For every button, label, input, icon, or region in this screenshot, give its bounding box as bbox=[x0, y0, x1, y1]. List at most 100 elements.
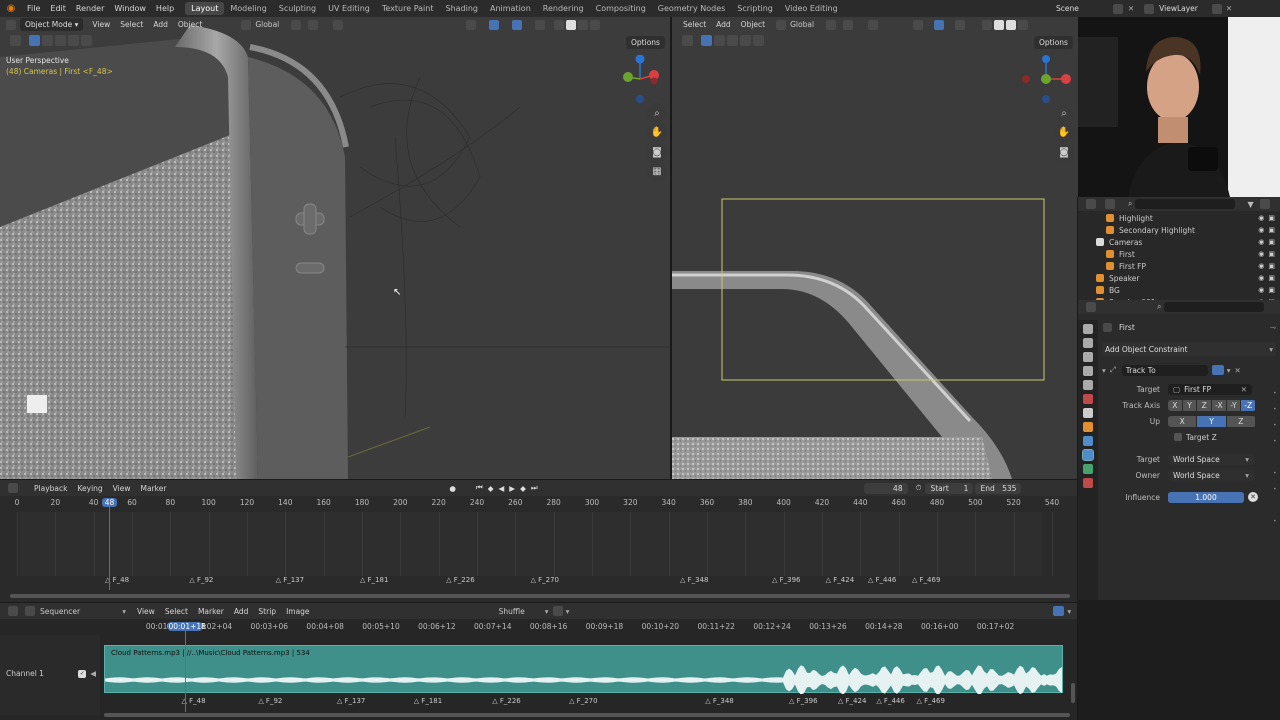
gizmo-toggle-icon[interactable] bbox=[489, 19, 500, 30]
workspace-tab-layout[interactable]: Layout bbox=[185, 2, 225, 15]
track-axis-option-neg-x[interactable]: -X bbox=[1212, 399, 1226, 411]
eye-icon[interactable]: ◉ bbox=[1258, 226, 1264, 234]
view-layer-tab-icon[interactable] bbox=[1083, 366, 1093, 376]
marker-f-137[interactable]: △ F_137 bbox=[276, 576, 305, 584]
select-mode-invert-icon[interactable] bbox=[740, 35, 751, 46]
marker-f-348[interactable]: △ F_348 bbox=[680, 576, 709, 584]
workspace-tab-animation[interactable]: Animation bbox=[484, 2, 537, 15]
render-tab-icon[interactable] bbox=[1083, 338, 1093, 348]
track-axis-option-y[interactable]: Y bbox=[1182, 399, 1197, 411]
region-divider[interactable] bbox=[1077, 197, 1078, 720]
workspace-tab-modeling[interactable]: Modeling bbox=[224, 2, 272, 15]
shading-material-icon[interactable] bbox=[1006, 19, 1017, 30]
snap-icon[interactable] bbox=[552, 606, 563, 616]
sequencer-type-select[interactable]: Sequencer ▾ bbox=[40, 607, 126, 616]
sequencer-view-type-icon[interactable] bbox=[25, 606, 35, 616]
scene-close-icon[interactable]: ✕ bbox=[1128, 4, 1134, 13]
target-field[interactable]: ▢ First FP ✕ bbox=[1168, 383, 1252, 395]
zoom-icon[interactable]: ⌕ bbox=[647, 103, 667, 123]
marker-f-396[interactable]: △ F_396 bbox=[772, 576, 801, 584]
scene-name[interactable]: Scene bbox=[1056, 4, 1079, 13]
view-layer-copy-icon[interactable] bbox=[1211, 3, 1222, 14]
play-icon[interactable]: ▶ bbox=[509, 484, 515, 493]
render-camera-icon[interactable]: ▣ bbox=[1268, 238, 1275, 246]
workspace-tab-compositing[interactable]: Compositing bbox=[590, 2, 652, 15]
eye-icon[interactable]: ◉ bbox=[1258, 238, 1264, 246]
marker-f-469[interactable]: △ F_469 bbox=[916, 697, 945, 705]
eye-icon[interactable]: ◉ bbox=[1258, 250, 1264, 258]
track-axis-option-neg-z[interactable]: -Z bbox=[1241, 399, 1256, 411]
tool-select-icon[interactable] bbox=[682, 35, 693, 46]
record-icon[interactable]: ● bbox=[449, 484, 456, 493]
overlay-toggle-icon[interactable] bbox=[955, 19, 966, 30]
viewport-menu-select[interactable]: Select bbox=[678, 20, 711, 29]
transform-orientation-icon[interactable] bbox=[241, 19, 252, 30]
pivot-icon[interactable] bbox=[291, 19, 302, 30]
select-mode-intersect-icon[interactable] bbox=[81, 35, 92, 46]
scene-tab-icon[interactable] bbox=[1083, 380, 1093, 390]
visibility-icon[interactable] bbox=[466, 19, 477, 30]
marker-f-424[interactable]: △ F_424 bbox=[838, 697, 867, 705]
shading-rendered-icon[interactable] bbox=[590, 19, 601, 30]
eye-icon[interactable]: ◉ bbox=[1258, 274, 1264, 282]
properties-search-icon[interactable]: ⌕ bbox=[1157, 302, 1161, 312]
eye-icon[interactable]: ◉ bbox=[1258, 286, 1264, 294]
overlap-mode-select[interactable]: Shuffle ▾ bbox=[499, 607, 549, 616]
modifier-tab-icon[interactable] bbox=[1083, 436, 1093, 446]
pan-hand-icon[interactable]: ✋ bbox=[1054, 122, 1074, 142]
workspace-tab-texture-paint[interactable]: Texture Paint bbox=[376, 2, 440, 15]
pan-hand-icon[interactable]: ✋ bbox=[647, 122, 667, 142]
select-mode-extend-icon[interactable] bbox=[714, 35, 725, 46]
menu-edit[interactable]: Edit bbox=[45, 4, 71, 13]
close-icon[interactable]: ✕ bbox=[1235, 366, 1241, 375]
region-divider[interactable] bbox=[0, 602, 1078, 603]
workspace-tab-rendering[interactable]: Rendering bbox=[537, 2, 590, 15]
tool-tab-icon[interactable] bbox=[1083, 324, 1093, 334]
up-axis-option-x[interactable]: X bbox=[1168, 415, 1197, 427]
viewport-menu-object[interactable]: Object bbox=[736, 20, 770, 29]
up-axis-option-y[interactable]: Y bbox=[1197, 415, 1226, 427]
chevron-down-icon[interactable]: ▾ bbox=[1102, 366, 1106, 375]
zoom-icon[interactable]: ⌕ bbox=[1054, 103, 1074, 123]
marker-f-348[interactable]: △ F_348 bbox=[705, 697, 734, 705]
eye-icon[interactable]: ◉ bbox=[1258, 214, 1264, 222]
menu-render[interactable]: Render bbox=[71, 4, 109, 13]
marker-f-270[interactable]: △ F_270 bbox=[531, 576, 560, 584]
outliner-display-icon[interactable] bbox=[1105, 199, 1115, 209]
viewport-menu-add[interactable]: Add bbox=[711, 20, 736, 29]
jump-start-icon[interactable]: ⏮ bbox=[476, 483, 483, 493]
render-camera-icon[interactable]: ▣ bbox=[1268, 250, 1275, 258]
snap-icon[interactable] bbox=[308, 19, 319, 30]
viewport-menu-select[interactable]: Select bbox=[115, 20, 148, 29]
render-camera-icon[interactable]: ▣ bbox=[1268, 226, 1275, 234]
add-constraint-dropdown[interactable]: Add Object Constraint ▾ bbox=[1102, 342, 1276, 356]
workspace-tab-geometry-nodes[interactable]: Geometry Nodes bbox=[652, 2, 731, 15]
gizmo-toggle-icon[interactable] bbox=[934, 19, 945, 30]
menu-file[interactable]: File bbox=[22, 4, 45, 13]
eye-toggle-icon[interactable] bbox=[1211, 365, 1224, 375]
outliner-item-secondary-highlight[interactable]: Secondary Highlight ◉ ▣ bbox=[1078, 224, 1280, 236]
play-reverse-icon[interactable]: ◀ bbox=[499, 484, 505, 493]
timeline-ruler[interactable]: 0 20 40 60 80 100 120 140 160 180 200 220 240 260 280 3… bbox=[0, 498, 1078, 510]
sequencer-menu-marker[interactable]: Marker bbox=[193, 607, 229, 616]
track-axis-option-x[interactable]: X bbox=[1168, 399, 1182, 411]
options-button[interactable]: Options bbox=[1034, 36, 1073, 49]
marker-f-137[interactable]: △ F_137 bbox=[337, 697, 366, 705]
view-layer-close-icon[interactable]: ✕ bbox=[1226, 4, 1232, 13]
outliner-item-cameras[interactable]: Cameras ◉ ▣ bbox=[1078, 236, 1280, 248]
select-mode-subtract-icon[interactable] bbox=[727, 35, 738, 46]
track-axis-option-z[interactable]: Z bbox=[1197, 399, 1212, 411]
mode-select[interactable]: Object Mode ▾ bbox=[20, 18, 84, 31]
constraint-name-field[interactable]: Track To bbox=[1121, 364, 1208, 376]
navigation-gizmo[interactable] bbox=[1018, 55, 1078, 107]
timeline-menu-marker[interactable]: Marker bbox=[135, 484, 171, 493]
menu-help[interactable]: Help bbox=[151, 4, 179, 13]
sequencer-editor-icon[interactable] bbox=[8, 606, 18, 616]
jump-key-forward-icon[interactable]: ◆ bbox=[520, 484, 526, 493]
outliner-item-speaker[interactable]: Speaker ◉ ▣ bbox=[1078, 272, 1280, 284]
blender-logo-icon[interactable]: ◉ bbox=[4, 2, 18, 16]
shading-rendered-icon[interactable] bbox=[1018, 19, 1029, 30]
influence-slider[interactable]: 1.000 bbox=[1168, 491, 1244, 503]
constraint-tab-icon[interactable] bbox=[1082, 449, 1094, 461]
sequencer-menu-add[interactable]: Add bbox=[229, 607, 254, 616]
